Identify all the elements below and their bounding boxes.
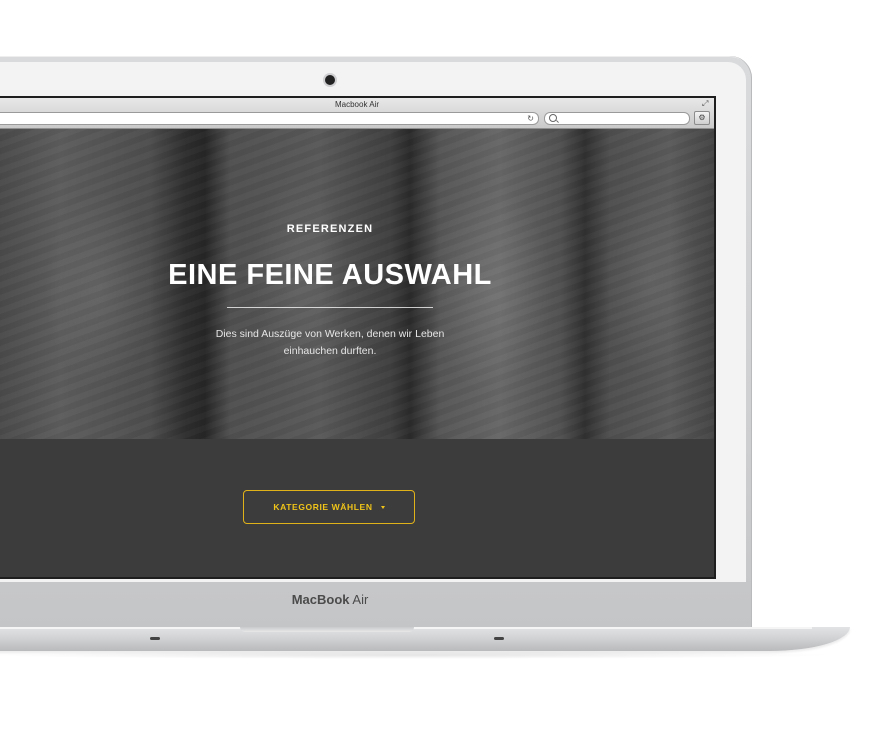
hero-eyebrow: REFERENZEN	[286, 223, 374, 235]
hero-description: Dies sind Auszüge von Werken, denen wir …	[215, 328, 445, 357]
category-select-button[interactable]: KATEGORIE WÄHLEN	[243, 490, 415, 524]
browser-window-title: Macbook Air	[334, 100, 380, 109]
brand-name: MacBook	[291, 592, 350, 607]
title-divider	[227, 307, 433, 308]
laptop-shadow	[0, 651, 840, 659]
reload-icon[interactable]: ↻	[527, 113, 534, 124]
browser-search-field[interactable]	[544, 112, 690, 125]
camera	[325, 75, 335, 85]
category-section: KATEGORIE WÄHLEN	[0, 439, 714, 577]
caret-down-icon	[380, 505, 385, 509]
expand-icon[interactable]: ⤢	[702, 100, 710, 108]
page-title: EINE FEINE AUSWAHL	[168, 259, 492, 291]
device-brand-label: MacBook Air	[0, 592, 660, 607]
browser-toolbar: Macbook Air ⤢ ↻ ⚙	[0, 98, 714, 129]
laptop-base	[0, 627, 850, 651]
category-button-label: KATEGORIE WÄHLEN	[273, 502, 373, 512]
hero-section: REFERENZEN EINE FEINE AUSWAHL Dies sind …	[0, 129, 714, 439]
brand-model: Air	[352, 592, 369, 607]
search-icon	[549, 114, 557, 122]
address-bar[interactable]: ↻	[0, 112, 539, 125]
laptop-foot	[494, 637, 504, 640]
opening-notch	[240, 627, 414, 632]
laptop-foot	[150, 637, 160, 640]
laptop-screen: Macbook Air ⤢ ↻ ⚙ REFERENZEN EINE FEINE …	[0, 96, 716, 579]
gear-icon[interactable]: ⚙	[694, 111, 710, 125]
